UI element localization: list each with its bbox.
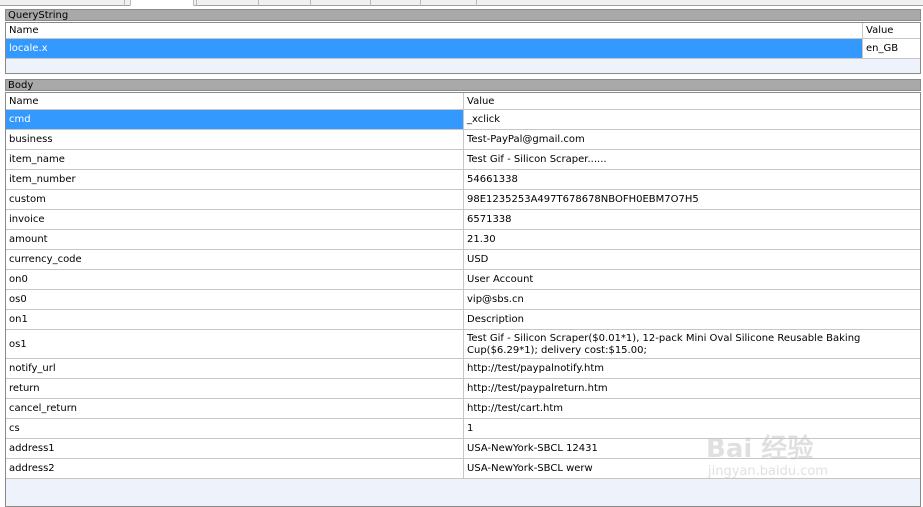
row-name[interactable]: amount [6,230,464,249]
table-row[interactable]: invoice 6571338 [6,210,920,230]
tab[interactable] [370,0,420,6]
body-header: Body [5,79,921,91]
row-name[interactable]: item_name [6,150,464,169]
row-value[interactable]: Test-PayPal@gmail.com [464,130,920,149]
table-row[interactable]: notify_url http://test/paypalnotify.htm [6,359,920,379]
row-value[interactable]: 54661338 [464,170,920,189]
row-name[interactable]: on0 [6,270,464,289]
table-row[interactable]: on0 User Account [6,270,920,290]
row-name[interactable]: invoice [6,210,464,229]
table-row[interactable]: on1 Description [6,310,920,330]
querystring-header-row: Name Value [6,23,920,39]
tab[interactable] [196,0,258,6]
row-value[interactable]: Test Gif - Silicon Scraper...... [464,150,920,169]
row-name[interactable]: item_number [6,170,464,189]
row-value[interactable]: USD [464,250,920,269]
querystring-header: QueryString [5,9,921,21]
tab[interactable] [310,0,370,6]
row-value[interactable]: Description [464,310,920,329]
tab[interactable] [420,0,476,6]
row-value[interactable]: Test Gif - Silicon Scraper($0.01*1), 12-… [464,330,920,358]
column-header-value[interactable]: Value [863,23,920,38]
row-value[interactable]: 21.30 [464,230,920,249]
table-row[interactable]: cancel_return http://test/cart.htm [6,399,920,419]
table-row[interactable]: custom 98E1235253A497T678678NBOFH0EBM7O7H… [6,190,920,210]
row-name[interactable]: notify_url [6,359,464,378]
row-value[interactable]: vip@sbs.cn [464,290,920,309]
row-name[interactable]: return [6,379,464,398]
watermark-url: jingyan.baidu.com [708,464,828,479]
row-value[interactable]: en_GB [863,39,920,58]
row-value[interactable]: http://test/paypalreturn.htm [464,379,920,398]
table-row[interactable]: business Test-PayPal@gmail.com [6,130,920,150]
querystring-row[interactable]: locale.x en_GB [6,39,920,59]
tab[interactable] [476,0,528,6]
row-name[interactable]: cmd [6,110,464,129]
row-name[interactable]: os1 [6,330,464,358]
row-value[interactable]: User Account [464,270,920,289]
body-header-row: Name Value [6,93,920,110]
column-header-name[interactable]: Name [6,23,863,38]
row-name[interactable]: os0 [6,290,464,309]
row-name[interactable]: locale.x [6,39,863,58]
row-name[interactable]: on1 [6,310,464,329]
table-row[interactable]: item_number 54661338 [6,170,920,190]
baidu-watermark: Bai 经验 jingyan.baidu.com [706,428,906,488]
row-name[interactable]: cs [6,419,464,438]
row-name[interactable]: business [6,130,464,149]
row-name[interactable]: cancel_return [6,399,464,418]
tab[interactable] [258,0,310,6]
row-value[interactable]: http://test/cart.htm [464,399,920,418]
table-row[interactable]: currency_code USD [6,250,920,270]
column-header-name[interactable]: Name [6,93,464,109]
table-row[interactable]: return http://test/paypalreturn.htm [6,379,920,399]
row-value[interactable]: 6571338 [464,210,920,229]
column-header-value[interactable]: Value [464,93,920,109]
row-value[interactable]: _xclick [464,110,920,129]
tab-strip [0,0,923,6]
row-name[interactable]: currency_code [6,250,464,269]
querystring-grid: Name Value locale.x en_GB [5,22,921,74]
table-row[interactable]: item_name Test Gif - Silicon Scraper.....… [6,150,920,170]
table-row[interactable]: os1 Test Gif - Silicon Scraper($0.01*1), … [6,330,920,359]
table-row[interactable]: amount 21.30 [6,230,920,250]
row-value[interactable]: http://test/paypalnotify.htm [464,359,920,378]
row-name[interactable]: custom [6,190,464,209]
table-row[interactable]: os0 vip@sbs.cn [6,290,920,310]
row-value[interactable]: 98E1235253A497T678678NBOFH0EBM7O7H5 [464,190,920,209]
row-name[interactable]: address2 [6,459,464,478]
watermark-logo: Bai 经验 [706,434,814,464]
row-name[interactable]: address1 [6,439,464,458]
tab-active[interactable] [130,0,194,6]
table-row[interactable]: cmd _xclick [6,110,920,130]
